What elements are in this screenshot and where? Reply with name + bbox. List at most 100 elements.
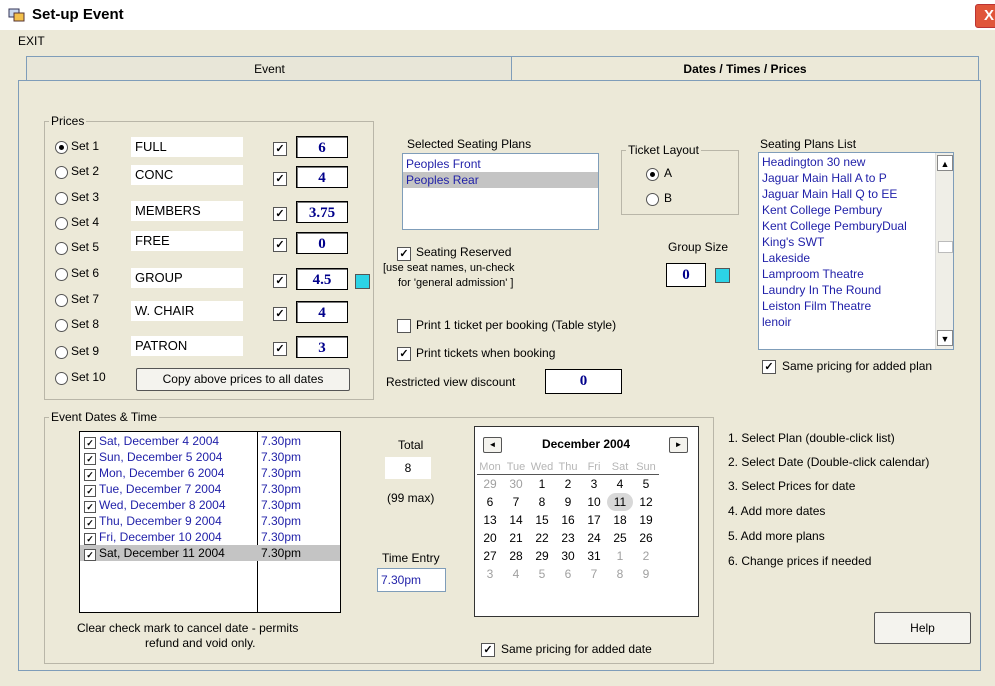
calendar-day[interactable]: 7 bbox=[503, 493, 529, 511]
price-enabled-checkbox-7[interactable]: ✓ bbox=[273, 342, 287, 356]
calendar-day[interactable]: 6 bbox=[477, 493, 503, 511]
price-value-3[interactable]: 3.75 bbox=[296, 201, 348, 223]
selected-plan-item[interactable]: Peoples Front bbox=[403, 156, 598, 172]
date-checkbox[interactable]: ✓ bbox=[84, 533, 96, 545]
price-name-4[interactable]: FREE bbox=[131, 231, 243, 251]
calendar-day[interactable]: 26 bbox=[633, 529, 659, 547]
price-enabled-checkbox-4[interactable]: ✓ bbox=[273, 238, 287, 252]
plan-list-item[interactable]: Kent College PemburyDual bbox=[759, 218, 953, 234]
close-button[interactable]: X bbox=[975, 4, 995, 28]
calendar-day[interactable]: 3 bbox=[477, 565, 503, 583]
calendar-next-button[interactable]: ► bbox=[669, 437, 688, 453]
event-date-row[interactable]: ✓ Thu, December 9 2004 7.30pm bbox=[80, 513, 340, 529]
menu-exit[interactable]: EXIT bbox=[18, 34, 45, 48]
plan-list-item[interactable]: Jaguar Main Hall Q to EE bbox=[759, 186, 953, 202]
event-date-row[interactable]: ✓ Tue, December 7 2004 7.30pm bbox=[80, 481, 340, 497]
calendar-day[interactable]: 15 bbox=[529, 511, 555, 529]
calendar-day[interactable]: 3 bbox=[581, 475, 607, 494]
help-button[interactable]: Help bbox=[874, 612, 971, 644]
calendar-day[interactable]: 27 bbox=[477, 547, 503, 565]
calendar-day[interactable]: 1 bbox=[607, 547, 633, 565]
plan-list-item[interactable]: Kent College Pembury bbox=[759, 202, 953, 218]
calendar-day[interactable]: 5 bbox=[529, 565, 555, 583]
calendar-day[interactable]: 21 bbox=[503, 529, 529, 547]
calendar-day[interactable]: 10 bbox=[581, 493, 607, 511]
date-checkbox[interactable]: ✓ bbox=[84, 549, 96, 561]
set4-radio[interactable] bbox=[55, 217, 68, 230]
set3-radio[interactable] bbox=[55, 192, 68, 205]
same-pricing-plan-checkbox[interactable]: ✓ bbox=[762, 360, 776, 374]
price-name-6[interactable]: W. CHAIR bbox=[131, 301, 243, 321]
print-one-ticket-checkbox[interactable] bbox=[397, 319, 411, 333]
ticket-layout-b-radio[interactable] bbox=[646, 193, 659, 206]
calendar-day[interactable]: 29 bbox=[477, 475, 503, 494]
event-date-row[interactable]: ✓ Fri, December 10 2004 7.30pm bbox=[80, 529, 340, 545]
scroll-thumb[interactable] bbox=[938, 241, 953, 253]
set10-radio[interactable] bbox=[55, 372, 68, 385]
same-pricing-date-checkbox[interactable]: ✓ bbox=[481, 643, 495, 657]
set7-radio[interactable] bbox=[55, 294, 68, 307]
calendar-day[interactable]: 25 bbox=[607, 529, 633, 547]
scroll-up-icon[interactable]: ▲ bbox=[937, 155, 953, 171]
calendar-day[interactable]: 19 bbox=[633, 511, 659, 529]
calendar-day[interactable]: 4 bbox=[503, 565, 529, 583]
price-value-7[interactable]: 3 bbox=[296, 336, 348, 358]
calendar-day[interactable]: 28 bbox=[503, 547, 529, 565]
tab-dates-times-prices[interactable]: Dates / Times / Prices bbox=[511, 56, 979, 82]
date-checkbox[interactable]: ✓ bbox=[84, 517, 96, 529]
date-checkbox[interactable]: ✓ bbox=[84, 485, 96, 497]
set8-radio[interactable] bbox=[55, 319, 68, 332]
calendar-day[interactable]: 1 bbox=[529, 475, 555, 494]
group-size-input[interactable]: 0 bbox=[666, 263, 706, 287]
price-name-3[interactable]: MEMBERS bbox=[131, 201, 243, 221]
calendar-day[interactable]: 6 bbox=[555, 565, 581, 583]
calendar-day[interactable]: 31 bbox=[581, 547, 607, 565]
time-entry-input[interactable]: 7.30pm bbox=[377, 568, 446, 592]
date-checkbox[interactable]: ✓ bbox=[84, 437, 96, 449]
calendar-day[interactable]: 22 bbox=[529, 529, 555, 547]
calendar-day[interactable]: 18 bbox=[607, 511, 633, 529]
seating-reserved-checkbox[interactable]: ✓ bbox=[397, 247, 411, 261]
calendar-day[interactable]: 2 bbox=[633, 547, 659, 565]
calendar-prev-button[interactable]: ◄ bbox=[483, 437, 502, 453]
calendar-day[interactable]: 20 bbox=[477, 529, 503, 547]
plan-list-item[interactable]: Lamproom Theatre bbox=[759, 266, 953, 282]
calendar-day[interactable]: 30 bbox=[555, 547, 581, 565]
calendar-day[interactable]: 8 bbox=[529, 493, 555, 511]
calendar-day[interactable]: 24 bbox=[581, 529, 607, 547]
plan-list-item[interactable]: King's SWT bbox=[759, 234, 953, 250]
event-date-row[interactable]: ✓ Mon, December 6 2004 7.30pm bbox=[80, 465, 340, 481]
price-name-7[interactable]: PATRON bbox=[131, 336, 243, 356]
price-enabled-checkbox-1[interactable]: ✓ bbox=[273, 142, 287, 156]
group-size-color-swatch[interactable] bbox=[715, 268, 730, 283]
event-date-row[interactable]: ✓ Sun, December 5 2004 7.30pm bbox=[80, 449, 340, 465]
calendar-day[interactable]: 12 bbox=[633, 493, 659, 511]
calendar-day[interactable]: 16 bbox=[555, 511, 581, 529]
event-dates-list[interactable]: ✓ Sat, December 4 2004 7.30pm ✓ Sun, Decemb… bbox=[79, 431, 341, 613]
tab-event[interactable]: Event bbox=[26, 56, 513, 81]
event-date-row-selected[interactable]: ✓ Sat, December 11 2004 7.30pm bbox=[80, 545, 340, 561]
calendar-day-today[interactable]: 11 bbox=[607, 493, 633, 511]
calendar-day[interactable]: 9 bbox=[633, 565, 659, 583]
print-when-booking-checkbox[interactable]: ✓ bbox=[397, 347, 411, 361]
price-enabled-checkbox-2[interactable]: ✓ bbox=[273, 172, 287, 186]
price-value-2[interactable]: 4 bbox=[296, 166, 348, 188]
calendar[interactable]: ◄ December 2004 ► Mon Tue Wed Thu Fri Sa… bbox=[474, 426, 699, 617]
calendar-day[interactable]: 13 bbox=[477, 511, 503, 529]
plan-list-item[interactable]: Lakeside bbox=[759, 250, 953, 266]
calendar-day[interactable]: 8 bbox=[607, 565, 633, 583]
restricted-view-discount-input[interactable]: 0 bbox=[545, 369, 622, 394]
plan-list-item[interactable]: lenoir bbox=[759, 314, 953, 330]
calendar-day[interactable]: 9 bbox=[555, 493, 581, 511]
copy-prices-button[interactable]: Copy above prices to all dates bbox=[136, 368, 350, 391]
price-value-1[interactable]: 6 bbox=[296, 136, 348, 158]
calendar-day[interactable]: 23 bbox=[555, 529, 581, 547]
price-value-4[interactable]: 0 bbox=[296, 232, 348, 254]
price-name-5[interactable]: GROUP bbox=[131, 268, 243, 288]
plan-list-item[interactable]: Headington 30 new bbox=[759, 154, 953, 170]
calendar-day[interactable]: 5 bbox=[633, 475, 659, 494]
calendar-day[interactable]: 14 bbox=[503, 511, 529, 529]
plans-list-scrollbar[interactable]: ▲ ▼ bbox=[935, 153, 953, 349]
plan-list-item[interactable]: Laundry In The Round bbox=[759, 282, 953, 298]
price-value-6[interactable]: 4 bbox=[296, 301, 348, 323]
